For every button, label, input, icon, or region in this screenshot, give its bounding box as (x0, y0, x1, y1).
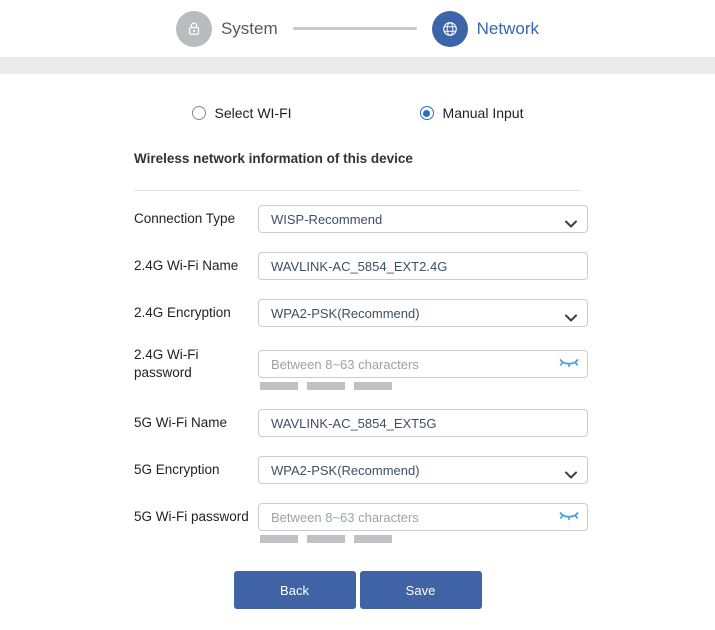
wifi24-encryption-label: 2.4G Encryption (134, 304, 258, 322)
lock-icon (176, 11, 212, 47)
wifi24-encryption-row: 2.4G Encryption WPA2-PSK(Recommend) (134, 299, 581, 327)
radio-select-wifi-label: Select WI-FI (215, 105, 292, 121)
eye-closed-icon[interactable] (559, 511, 579, 522)
wifi5-encryption-select[interactable]: WPA2-PSK(Recommend) (258, 456, 588, 484)
form-actions: Back Save (134, 571, 581, 609)
wifi-mode-radio-row: Select WI-FI Manual Input (0, 105, 715, 121)
wifi5-name-input[interactable] (258, 409, 588, 437)
wifi24-encryption-select[interactable]: WPA2-PSK(Recommend) (258, 299, 588, 327)
wireless-settings-form: Connection Type WISP-Recommend 2.4G Wi-F… (134, 205, 581, 531)
section-divider (134, 190, 581, 191)
wifi5-password-label: 5G Wi-Fi password (134, 508, 258, 526)
wifi5-encryption-label: 5G Encryption (134, 461, 258, 479)
wifi24-password-row: 2.4G Wi-Fi password (134, 346, 581, 382)
back-button[interactable]: Back (234, 571, 356, 609)
step-network: Network (432, 11, 539, 47)
wifi24-name-label: 2.4G Wi-Fi Name (134, 257, 258, 275)
wifi5-encryption-select-wrap: WPA2-PSK(Recommend) (258, 456, 588, 484)
radio-manual-input[interactable]: Manual Input (420, 105, 524, 121)
setup-steps-header: System Network (0, 0, 715, 57)
step-connector-line (293, 27, 417, 30)
connection-type-label: Connection Type (134, 210, 258, 228)
connection-type-row: Connection Type WISP-Recommend (134, 205, 581, 233)
radio-select-wifi-control[interactable] (192, 106, 206, 120)
save-button[interactable]: Save (360, 571, 482, 609)
radio-select-wifi[interactable]: Select WI-FI (192, 105, 292, 121)
radio-manual-input-control[interactable] (420, 106, 434, 120)
globe-icon (432, 11, 468, 47)
wifi5-password-row: 5G Wi-Fi password (134, 503, 581, 531)
radio-manual-input-label: Manual Input (443, 105, 524, 121)
header-divider-band (0, 57, 715, 74)
step-system: System (176, 11, 278, 47)
wifi24-encryption-select-wrap: WPA2-PSK(Recommend) (258, 299, 588, 327)
connection-type-select-wrap: WISP-Recommend (258, 205, 588, 233)
password-strength-meter (260, 382, 392, 390)
password-strength-meter (260, 535, 392, 543)
wifi5-name-row: 5G Wi-Fi Name (134, 409, 581, 437)
section-heading: Wireless network information of this dev… (134, 151, 581, 166)
connection-type-select[interactable]: WISP-Recommend (258, 205, 588, 233)
wifi24-password-input[interactable] (258, 350, 588, 378)
step-network-label: Network (477, 19, 539, 39)
step-system-label: System (221, 19, 278, 39)
wifi24-password-label: 2.4G Wi-Fi password (134, 346, 258, 382)
wifi5-password-input[interactable] (258, 503, 588, 531)
wifi24-name-row: 2.4G Wi-Fi Name (134, 252, 581, 280)
wifi5-encryption-row: 5G Encryption WPA2-PSK(Recommend) (134, 456, 581, 484)
wifi24-name-input[interactable] (258, 252, 588, 280)
wifi5-name-label: 5G Wi-Fi Name (134, 414, 258, 432)
eye-closed-icon[interactable] (559, 358, 579, 369)
